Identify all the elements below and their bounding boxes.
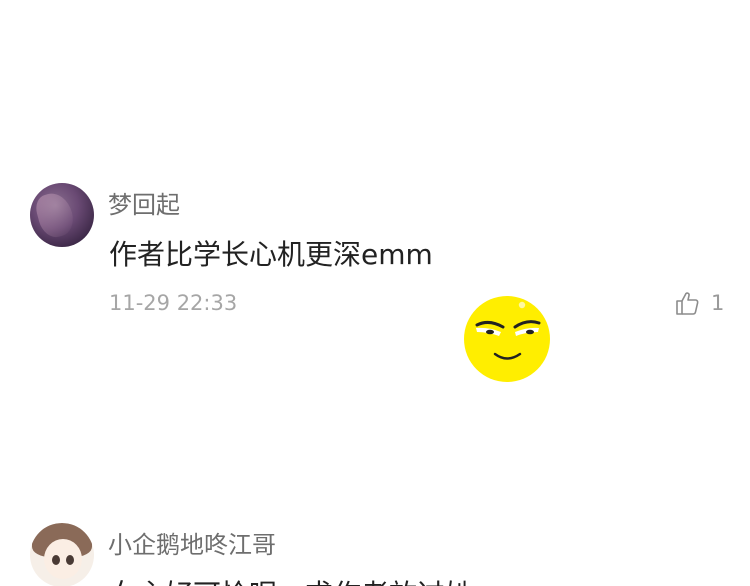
comment-item: 梦回起 作者比学长心机更深emm 11-29 22:33 1 (0, 183, 750, 323)
comment-text: 女主好可怜呢，求作者放过她 (109, 573, 473, 586)
avatar[interactable] (30, 523, 94, 586)
avatar-art (32, 189, 78, 241)
avatar-face (44, 539, 82, 579)
like-count: 1 (711, 291, 725, 315)
avatar-eye (52, 555, 60, 565)
comment-text: 作者比学长心机更深emm (109, 238, 433, 271)
like-button[interactable]: 1 (674, 289, 724, 317)
username[interactable]: 小企鹅地咚江哥 (108, 525, 276, 560)
timestamp: 11-29 22:33 (109, 291, 238, 315)
username[interactable]: 梦回起 (108, 185, 180, 220)
thumbs-up-icon[interactable] (674, 290, 700, 316)
avatar-eye (66, 555, 74, 565)
smug-emoji-sticker (464, 296, 550, 382)
comment-item: 小企鹅地咚江哥 女主好可怜呢，求作者放过她 (0, 521, 750, 586)
avatar[interactable] (30, 183, 94, 247)
